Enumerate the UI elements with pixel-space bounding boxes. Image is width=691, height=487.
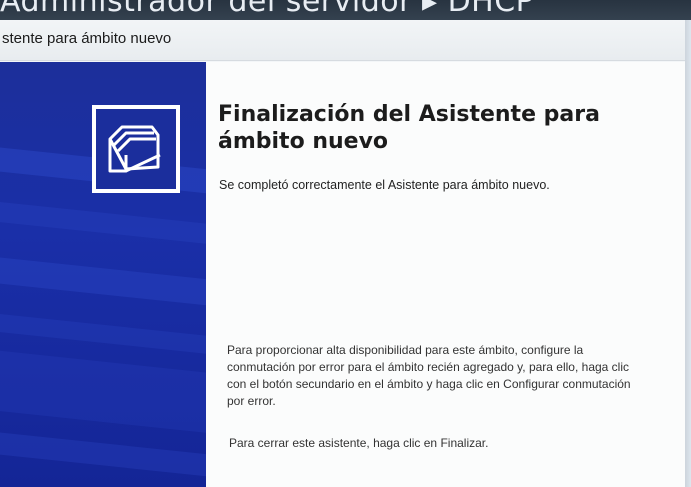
heading-line-2: ámbito nuevo <box>218 129 389 154</box>
wizard-heading: Finalización del Asistente para ámbito n… <box>218 101 658 155</box>
wizard-titlebar[interactable]: stente para ámbito nuevo <box>0 20 685 61</box>
wizard-side-banner <box>0 62 206 487</box>
heading-line-1: Finalización del Asistente para <box>218 102 600 127</box>
wizard-window: stente para ámbito nuevo Finalización de… <box>0 20 685 487</box>
wizard-content: Finalización del Asistente para ámbito n… <box>206 62 685 487</box>
failover-instructions: Para proporcionar alta disponibilidad pa… <box>227 343 631 408</box>
background-window-title-text: Administrador del servidor ▸ DHCP <box>0 0 535 19</box>
wizard-title: stente para ámbito nuevo <box>2 30 172 47</box>
background-window-title: Administrador del servidor ▸ DHCP <box>0 0 691 20</box>
close-instructions: Para cerrar este asistente, haga clic en… <box>229 436 489 450</box>
folders-icon <box>92 105 180 193</box>
completed-message: Se completó correctamente el Asistente p… <box>219 178 550 192</box>
